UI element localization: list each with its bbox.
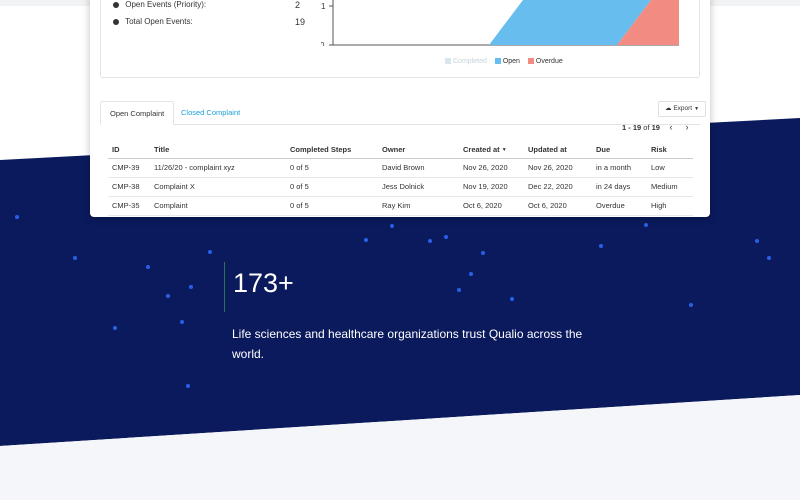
events-summary-panel: Open Events (Priority): 2 Total Open Eve… — [100, 0, 700, 78]
legend-swatch-open — [494, 58, 501, 65]
cell-due: Overdue — [596, 201, 625, 210]
column-header-owner[interactable]: Owner — [382, 141, 405, 159]
column-header-id[interactable]: ID — [112, 141, 120, 159]
sort-desc-icon: ▼ — [501, 147, 507, 154]
complaint-tabs: Open Complaint Closed Complaint — [100, 101, 700, 125]
stat-row-priority: Open Events (Priority): 2 — [113, 0, 300, 10]
column-header-updated-at[interactable]: Updated at — [528, 141, 567, 159]
cell-completed-steps: 0 of 5 — [290, 163, 309, 172]
pagination-total: 19 — [651, 123, 660, 132]
cell-due: in a month — [596, 163, 632, 172]
stat-value: 19 — [295, 17, 306, 27]
table-header-row: ID Title Completed Steps Owner Created a… — [108, 141, 693, 159]
cell-owner: Jess Dolnick — [382, 182, 425, 191]
cell-id: CMP-39 — [112, 163, 140, 172]
cell-title: Complaint X — [154, 182, 195, 191]
pagination-summary: 1 - 19 of 19 — [622, 123, 660, 132]
cell-created-at: Nov 26, 2020 — [463, 163, 508, 172]
legend-swatch-completed — [445, 58, 451, 65]
created-at-label: Created at — [463, 145, 500, 154]
customer-count-stat: 173+ — [233, 268, 294, 298]
cell-completed-steps: 0 of 5 — [290, 182, 309, 191]
tab-closed-complaint[interactable]: Closed Complaint — [172, 101, 249, 125]
cell-updated-at: Nov 26, 2020 — [528, 163, 573, 172]
column-header-completed-steps[interactable]: Completed Steps — [290, 141, 351, 159]
cell-due: in 24 days — [596, 182, 631, 191]
cell-owner: David Brown — [382, 163, 425, 172]
trust-copy: Life sciences and healthcare organizatio… — [232, 327, 583, 361]
export-label: Export — [673, 105, 693, 112]
export-button[interactable]: ☁ Export ▼ — [658, 101, 707, 117]
legend-swatch-overdue — [527, 58, 534, 65]
prev-page-button[interactable]: ‹ — [664, 120, 678, 134]
table-row[interactable]: CMP-38 Complaint X 0 of 5 Jess Dolnick N… — [108, 178, 693, 197]
cell-title: 11/26/20 - complaint xyz — [154, 163, 235, 172]
stat-value: 2 — [295, 0, 301, 10]
next-page-button[interactable]: › — [680, 120, 694, 134]
cell-updated-at: Dec 22, 2020 — [528, 182, 573, 191]
column-header-created-at[interactable]: Created at ▼ — [463, 141, 507, 159]
legend-label-open[interactable]: Open — [503, 58, 520, 65]
cell-risk: High — [651, 201, 667, 210]
legend-label-overdue[interactable]: Overdue — [536, 58, 563, 65]
column-header-due[interactable]: Due — [596, 141, 610, 159]
cell-created-at: Nov 19, 2020 — [463, 182, 508, 191]
cell-updated-at: Oct 6, 2020 — [528, 201, 567, 210]
complaints-table: ID Title Completed Steps Owner Created a… — [108, 141, 693, 216]
stat-label: Total Open Events: — [125, 17, 193, 26]
cell-created-at: Oct 6, 2020 — [463, 201, 502, 210]
cell-id: CMP-38 — [112, 182, 140, 191]
column-header-risk[interactable]: Risk — [651, 141, 667, 159]
chart-legend: Completed Open Overdue — [439, 58, 563, 65]
cell-title: Complaint — [154, 201, 188, 210]
caret-down-icon: ▼ — [694, 106, 700, 112]
table-row[interactable]: CMP-39 11/26/20 - complaint xyz 0 of 5 D… — [108, 159, 693, 178]
table-row[interactable]: CMP-35 Complaint 0 of 5 Ray Kim Oct 6, 2… — [108, 197, 693, 216]
stat-divider-line — [224, 262, 225, 312]
bullet-icon — [113, 18, 119, 25]
events-area-chart: 1 0 — [321, 0, 679, 46]
cell-risk: Medium — [651, 182, 678, 191]
pagination-of: of — [643, 123, 650, 132]
y-tick-label: 0 — [321, 41, 325, 46]
complaints-dashboard-card: Open Events (Priority): 2 Total Open Eve… — [90, 0, 710, 217]
stat-row-total: Total Open Events: 19 — [113, 17, 305, 27]
stat-label: Open Events (Priority): — [125, 0, 207, 9]
y-tick-label: 1 — [321, 2, 326, 11]
cell-id: CMP-35 — [112, 201, 140, 210]
cell-owner: Ray Kim — [382, 201, 411, 210]
cell-risk: Low — [651, 163, 665, 172]
pagination-range: 1 - 19 — [622, 123, 642, 132]
legend-label-completed[interactable]: Completed — [453, 58, 487, 65]
bullet-icon — [113, 1, 119, 8]
column-header-title[interactable]: Title — [154, 141, 169, 159]
cloud-icon: ☁ — [665, 105, 672, 112]
cell-completed-steps: 0 of 5 — [290, 201, 309, 210]
tab-open-complaint[interactable]: Open Complaint — [100, 101, 175, 125]
